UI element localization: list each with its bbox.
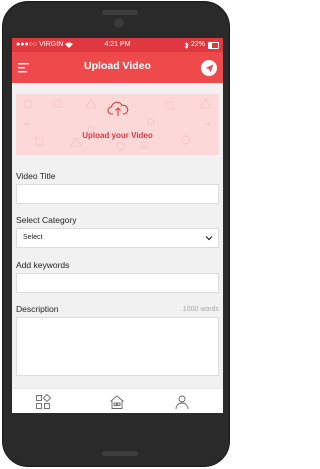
select-category-label: Select Category xyxy=(16,215,77,225)
cloud-upload-icon xyxy=(107,101,129,116)
category-select[interactable]: Select xyxy=(16,228,219,248)
description-word-limit: 1000 words xyxy=(182,306,219,313)
bottom-speaker-grille xyxy=(102,451,138,456)
send-button[interactable] xyxy=(201,60,217,76)
category-selected-value: Select xyxy=(23,234,43,241)
upload-video-area[interactable]: Upload your Video xyxy=(16,94,219,155)
upload-video-label: Upload your Video xyxy=(82,131,153,140)
speaker-grille xyxy=(102,10,138,15)
page-title: Upload Video xyxy=(84,60,151,72)
home-icon[interactable] xyxy=(109,394,125,410)
device-frame: ●●●○○ VIRGIN 4:21 PM 22% Upload Video Up… xyxy=(0,0,234,469)
status-right: 22% xyxy=(184,38,219,52)
battery-percent: 22% xyxy=(190,41,205,48)
chevron-down-icon xyxy=(205,236,213,241)
front-camera xyxy=(114,18,124,28)
bluetooth-icon xyxy=(184,41,189,49)
keywords-label: Add keywords xyxy=(16,260,70,270)
video-title-label: Video Title xyxy=(16,171,56,181)
bottom-navigation xyxy=(12,388,223,413)
screen: ●●●○○ VIRGIN 4:21 PM 22% Upload Video Up… xyxy=(12,38,223,413)
send-icon xyxy=(204,63,214,73)
status-bar: ●●●○○ VIRGIN 4:21 PM 22% xyxy=(12,38,223,52)
app-bar: Upload Video xyxy=(12,52,223,83)
grid-shapes-icon[interactable] xyxy=(35,394,51,410)
description-textarea[interactable] xyxy=(16,317,219,376)
keywords-input[interactable] xyxy=(16,273,219,293)
description-label: Description xyxy=(16,304,59,314)
user-icon[interactable] xyxy=(174,394,190,410)
video-title-input[interactable] xyxy=(16,184,219,204)
battery-icon xyxy=(208,41,219,49)
